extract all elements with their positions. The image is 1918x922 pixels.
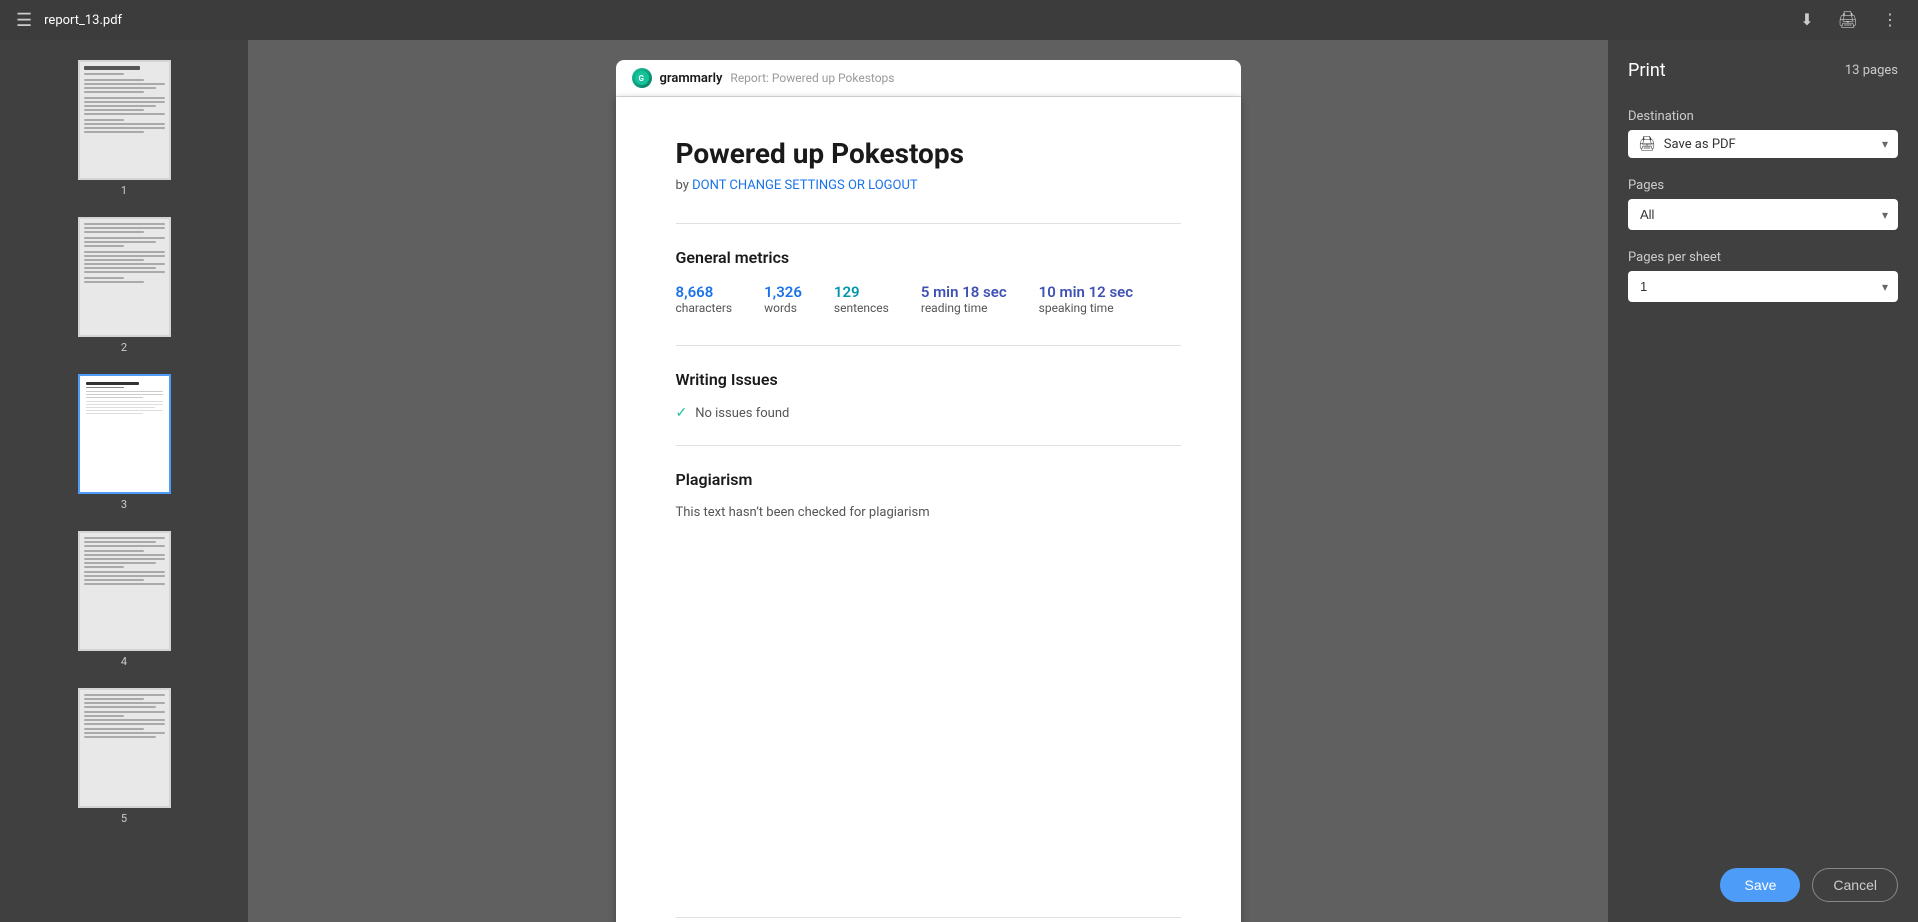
metric-characters-value: 8,668: [676, 283, 733, 301]
checkmark-icon: ✓: [676, 405, 688, 421]
save-button[interactable]: Save: [1720, 868, 1800, 902]
metric-reading-time: 5 min 18 sec reading time: [921, 283, 1007, 315]
document-title: report_13.pdf: [44, 13, 122, 28]
thumbnail-item-5[interactable]: 5: [0, 680, 248, 833]
metric-speaking-time: 10 min 12 sec speaking time: [1039, 283, 1133, 315]
main-container: 1: [0, 40, 1918, 922]
divider-3: [676, 445, 1181, 446]
thumbnail-image-3: [78, 374, 171, 494]
thumbnail-image-4: [78, 531, 171, 651]
metric-words-value: 1,326: [764, 283, 802, 301]
metric-sentences-label: sentences: [834, 301, 889, 315]
general-metrics-title: General metrics: [676, 248, 1181, 267]
no-issues-text: No issues found: [695, 406, 789, 421]
print-pages-count: 13 pages: [1845, 63, 1898, 78]
print-button[interactable]: 🖨: [1834, 6, 1862, 34]
writing-issues-title: Writing Issues: [676, 370, 1181, 389]
thumbnail-page-num-5: 5: [121, 812, 127, 825]
top-bar: ☰ report_13.pdf ⬇ 🖨 ⋮: [0, 0, 1918, 40]
pages-per-sheet-field: Pages per sheet 1 2 4 6: [1628, 250, 1898, 302]
page-footer: Report was generated on Sunday, May 26, …: [676, 917, 1181, 922]
grammarly-logo: G: [632, 68, 652, 88]
thumbnail-page-num-2: 2: [121, 341, 127, 354]
metric-speaking-label: speaking time: [1039, 301, 1133, 315]
destination-label: Destination: [1628, 109, 1898, 124]
author-prefix: by: [676, 178, 689, 193]
metric-words: 1,326 words: [764, 283, 802, 315]
print-header: Print 13 pages: [1628, 60, 1898, 81]
thumbnail-image-5: [78, 688, 171, 808]
top-bar-actions: ⬇ 🖨 ⋮: [1796, 6, 1902, 34]
preview-area: G grammarly Report: Powered up Pokestops…: [248, 40, 1608, 922]
grammarly-brand: grammarly: [660, 71, 723, 86]
metric-characters-label: characters: [676, 301, 733, 315]
download-button[interactable]: ⬇: [1796, 6, 1817, 34]
document-title-heading: Powered up Pokestops: [676, 137, 1181, 170]
print-title: Print: [1628, 60, 1666, 81]
pages-per-sheet-select[interactable]: 1 2 4 6: [1628, 271, 1898, 302]
document-page: Powered up Pokestops by DONT CHANGE SETT…: [616, 97, 1241, 922]
metric-speaking-value: 10 min 12 sec: [1039, 283, 1133, 301]
thumbnail-image-1: [78, 60, 171, 180]
thumbnail-page-num-3: 3: [121, 498, 127, 511]
thumbnail-item-2[interactable]: 2: [0, 209, 248, 362]
thumbnail-image-2: [78, 217, 171, 337]
pages-field: Pages All Custom: [1628, 178, 1898, 230]
destination-printer-icon: 🖨: [1638, 136, 1656, 152]
more-options-button[interactable]: ⋮: [1878, 6, 1902, 34]
metric-words-label: words: [764, 301, 802, 315]
document-author: by DONT CHANGE SETTINGS OR LOGOUT: [676, 178, 1181, 193]
destination-field: Destination 🖨 Save as PDF ▾: [1628, 109, 1898, 158]
destination-value: Save as PDF: [1664, 137, 1882, 152]
thumbnail-item-1[interactable]: 1: [0, 52, 248, 205]
metric-sentences: 129 sentences: [834, 283, 889, 315]
cancel-button[interactable]: Cancel: [1812, 868, 1898, 902]
divider-2: [676, 345, 1181, 346]
thumbnail-panel: 1: [0, 40, 248, 922]
pages-per-sheet-label: Pages per sheet: [1628, 250, 1898, 265]
grammarly-subtitle: Report: Powered up Pokestops: [730, 71, 894, 85]
metric-sentences-value: 129: [834, 283, 889, 301]
thumbnail-item-4[interactable]: 4: [0, 523, 248, 676]
svg-text:G: G: [638, 74, 644, 83]
divider-1: [676, 223, 1181, 224]
general-metrics-section: General metrics 8,668 characters 1,326 w…: [676, 248, 1181, 315]
thumbnail-page-num-4: 4: [121, 655, 127, 668]
writing-issues-section: Writing Issues ✓ No issues found: [676, 370, 1181, 421]
author-link[interactable]: DONT CHANGE SETTINGS OR LOGOUT: [692, 178, 918, 193]
grammarly-header: G grammarly Report: Powered up Pokestops: [616, 60, 1241, 97]
pages-label: Pages: [1628, 178, 1898, 193]
plagiarism-section: Plagiarism This text hasn’t been checked…: [676, 470, 1181, 520]
plagiarism-description: This text hasn’t been checked for plagia…: [676, 505, 1181, 520]
thumbnail-item-3[interactable]: 3: [0, 366, 248, 519]
destination-select[interactable]: 🖨 Save as PDF ▾: [1628, 130, 1898, 158]
metric-reading-label: reading time: [921, 301, 1007, 315]
metric-reading-value: 5 min 18 sec: [921, 283, 1007, 301]
menu-icon[interactable]: ☰: [16, 10, 32, 31]
metric-characters: 8,668 characters: [676, 283, 733, 315]
print-buttons: Save Cancel: [1628, 868, 1898, 902]
no-issues-row: ✓ No issues found: [676, 405, 1181, 421]
print-panel: Print 13 pages Destination 🖨 Save as PDF…: [1608, 40, 1918, 922]
destination-arrow-icon: ▾: [1882, 137, 1888, 151]
thumbnail-page-num-1: 1: [121, 184, 127, 197]
print-spacer: [1628, 322, 1898, 868]
plagiarism-title: Plagiarism: [676, 470, 1181, 489]
pages-select[interactable]: All Custom: [1628, 199, 1898, 230]
pages-select-wrapper: All Custom: [1628, 199, 1898, 230]
metrics-grid: 8,668 characters 1,326 words 129 sentenc…: [676, 283, 1181, 315]
pages-per-sheet-select-wrapper: 1 2 4 6: [1628, 271, 1898, 302]
